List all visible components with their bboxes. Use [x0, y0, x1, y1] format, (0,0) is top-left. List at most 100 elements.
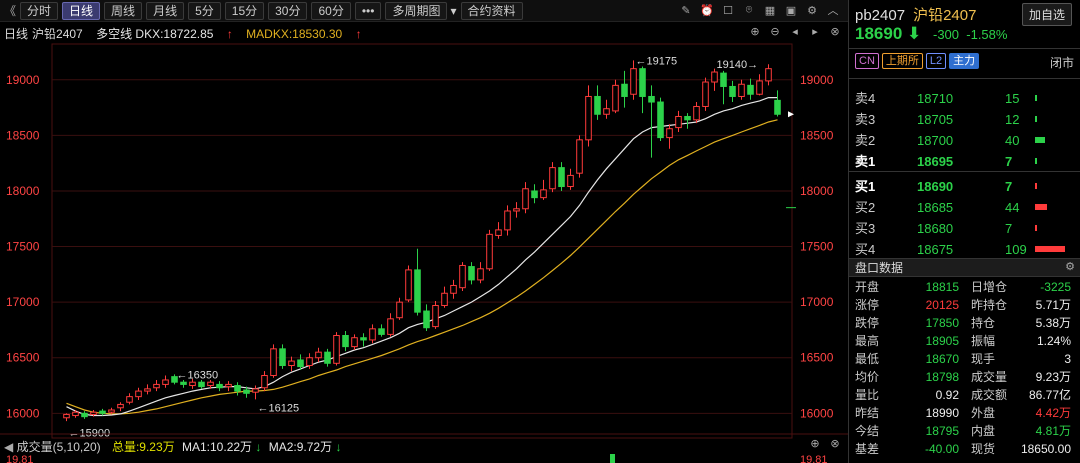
tag-exchange[interactable]: 上期所	[881, 53, 923, 69]
level-label: 买3	[855, 221, 876, 236]
candle-body	[162, 379, 169, 385]
level-label: 买4	[855, 242, 876, 257]
tag-l2[interactable]: L2	[925, 53, 947, 69]
volume-bar	[1035, 95, 1037, 101]
candle-body	[468, 266, 475, 281]
stat-value: 4.42万	[1035, 406, 1071, 420]
price-annotation: ←19175	[636, 55, 678, 67]
stat-value: 18990	[925, 406, 959, 420]
candle-body	[513, 208, 520, 212]
plot-frame	[51, 43, 793, 439]
back-icon[interactable]: 《	[4, 2, 16, 19]
ask-row[interactable]: 卖3 18705 12	[849, 109, 1080, 130]
volume-bar	[610, 454, 615, 463]
collapse-icon[interactable]: ︿	[826, 3, 840, 17]
stat-key: 内盘	[971, 424, 996, 438]
stats-header: 盘口数据 ⚙	[849, 258, 1080, 277]
candle-body	[243, 389, 250, 394]
bid-row[interactable]: 买2 18685 44	[849, 197, 1080, 218]
stats-title: 盘口数据	[855, 261, 904, 275]
candle-body	[108, 409, 115, 413]
volume-add-icon[interactable]: ⊕	[808, 436, 822, 450]
candle-body	[756, 80, 763, 95]
camera-icon[interactable]: ⌾	[742, 3, 756, 17]
y-tick-label: 19000	[800, 73, 834, 87]
candle-body	[72, 411, 79, 417]
grid-icon[interactable]: ▦	[763, 3, 777, 17]
bid-row[interactable]: 买4 18675 109	[849, 239, 1080, 260]
volume-close-icon[interactable]: ⊗	[828, 436, 842, 450]
bid-row[interactable]: 买3 18680 7	[849, 218, 1080, 239]
tag-main[interactable]: 主力	[949, 53, 980, 69]
candle-body	[279, 348, 286, 367]
candle-body	[693, 105, 700, 121]
period-tab[interactable]: 月线	[146, 1, 185, 20]
candle-body	[117, 403, 124, 409]
level-volume: 7	[1005, 154, 1013, 169]
price-annotation: ←16125	[258, 402, 300, 414]
settings-icon[interactable]: ⚙	[805, 3, 819, 17]
dkx-line	[66, 96, 778, 417]
price-change: -300 -1.58%	[933, 27, 1008, 42]
y-tick-label: 16000	[6, 406, 40, 420]
period-tab[interactable]: 30分	[268, 1, 308, 20]
volume-ma1: MA1:10.22万 ↓	[182, 440, 262, 454]
tag-cn[interactable]: CN	[855, 53, 879, 69]
stat-key: 量比	[855, 388, 880, 402]
period-tab[interactable]: 周线	[104, 1, 143, 20]
eraser-icon[interactable]: ✎	[679, 3, 693, 17]
stat-key: 开盘	[855, 280, 880, 294]
stat-row: 均价 18798 成交量 9.23万	[849, 368, 1080, 386]
stat-value: -40.00	[924, 442, 959, 456]
period-tab[interactable]: 多周期图	[385, 1, 448, 20]
bid-row[interactable]: 买1 18690 7	[849, 176, 1080, 197]
candle-body	[261, 375, 268, 389]
toolbar-icons: ✎ ⏰ ☐ ⌾ ▦ ▣ ⚙ ︿	[679, 3, 840, 18]
period-tab[interactable]: 60分	[311, 1, 351, 20]
ask-row[interactable]: 卖1 18695 7	[849, 151, 1080, 172]
candle-body	[297, 359, 304, 368]
candle-body	[765, 68, 772, 82]
level-volume: 15	[1005, 91, 1020, 106]
window-icon[interactable]: ▣	[784, 3, 798, 17]
candle-body	[432, 304, 439, 328]
stat-row: 最高 18905 振幅 1.24%	[849, 332, 1080, 350]
candle-body	[657, 101, 664, 139]
period-tab[interactable]: 15分	[224, 1, 265, 20]
candle-body	[639, 68, 646, 97]
stat-row: 昨结 18990 外盘 4.42万	[849, 404, 1080, 422]
stat-value: 86.77亿	[1028, 388, 1071, 402]
period-tab[interactable]: 分时	[20, 1, 59, 20]
volume-collapse-icon[interactable]: ◀	[4, 440, 13, 454]
candle-body	[198, 381, 205, 388]
period-tab[interactable]: 5分	[188, 1, 221, 20]
volume-bar	[1035, 158, 1037, 164]
period-tab[interactable]: 日线	[62, 1, 101, 20]
price-annotation: ←16350	[177, 369, 219, 381]
level-volume: 40	[1005, 133, 1020, 148]
candle-body	[621, 83, 628, 97]
y-tick-label: 17000	[6, 295, 40, 309]
add-watchlist-button[interactable]: 加自选	[1021, 3, 1072, 26]
candle-body	[558, 167, 565, 188]
stat-key: 最低	[855, 352, 880, 366]
period-tab[interactable]: •••	[354, 1, 382, 20]
divider	[849, 171, 1080, 172]
kline-svg[interactable]: 19000 19000 18500 18500 18000 18000 17500 17500…	[0, 22, 848, 463]
ask-row[interactable]: 卖2 18700 40	[849, 130, 1080, 151]
divider	[849, 48, 1080, 49]
ask-row[interactable]: 卖4 18710 15	[849, 88, 1080, 109]
candle-body	[153, 383, 160, 389]
period-tab[interactable]: 合约资料	[460, 1, 523, 20]
stat-value: 18670	[925, 352, 959, 366]
candle-body	[81, 412, 88, 418]
settings-icon[interactable]: ⚙	[1063, 260, 1077, 274]
stat-value: 3	[1064, 352, 1071, 366]
stat-key: 持仓	[971, 316, 996, 330]
stat-value: 18795	[925, 424, 959, 438]
candle-body	[90, 411, 97, 415]
candle-body	[567, 174, 574, 188]
alarm-icon[interactable]: ⏰	[700, 3, 714, 17]
stat-row: 跌停 17850 持仓 5.38万	[849, 314, 1080, 332]
chat-icon[interactable]: ☐	[721, 3, 735, 17]
